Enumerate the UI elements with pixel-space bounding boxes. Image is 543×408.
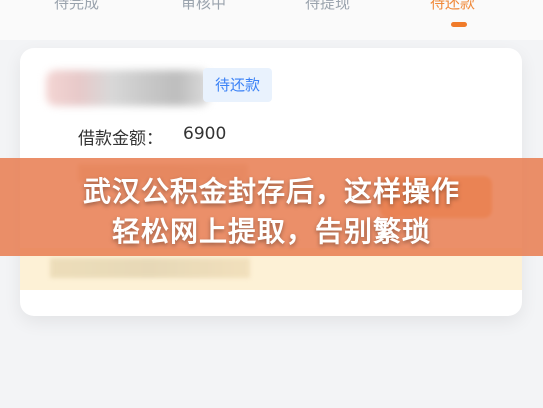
tab-pending-withdrawal[interactable]: 待提现 — [305, 0, 350, 13]
tab-pending-repayment[interactable]: 待还款 — [430, 0, 475, 13]
banner-title-line-2: 轻松网上提取，告别繁琐 — [111, 215, 431, 248]
masked-footer-text — [50, 258, 250, 278]
status-badge: 待还款 — [203, 68, 273, 102]
loan-amount-value: 6900 — [183, 124, 227, 144]
banner-title-line-1: 武汉公积金封存后，这样操作 — [82, 175, 460, 208]
loan-amount-label: 借款金额： — [78, 129, 163, 149]
active-tab-indicator — [451, 22, 467, 27]
title-banner: 武汉公积金封存后，这样操作 轻松网上提取，告别繁琐 — [0, 158, 543, 256]
masked-loan-name — [46, 70, 210, 106]
tab-under-review[interactable]: 审核中 — [181, 0, 226, 13]
tab-pending-complete[interactable]: 待完成 — [54, 0, 99, 13]
tab-bar: 待完成 审核中 待提现 待还款 — [0, 0, 543, 40]
